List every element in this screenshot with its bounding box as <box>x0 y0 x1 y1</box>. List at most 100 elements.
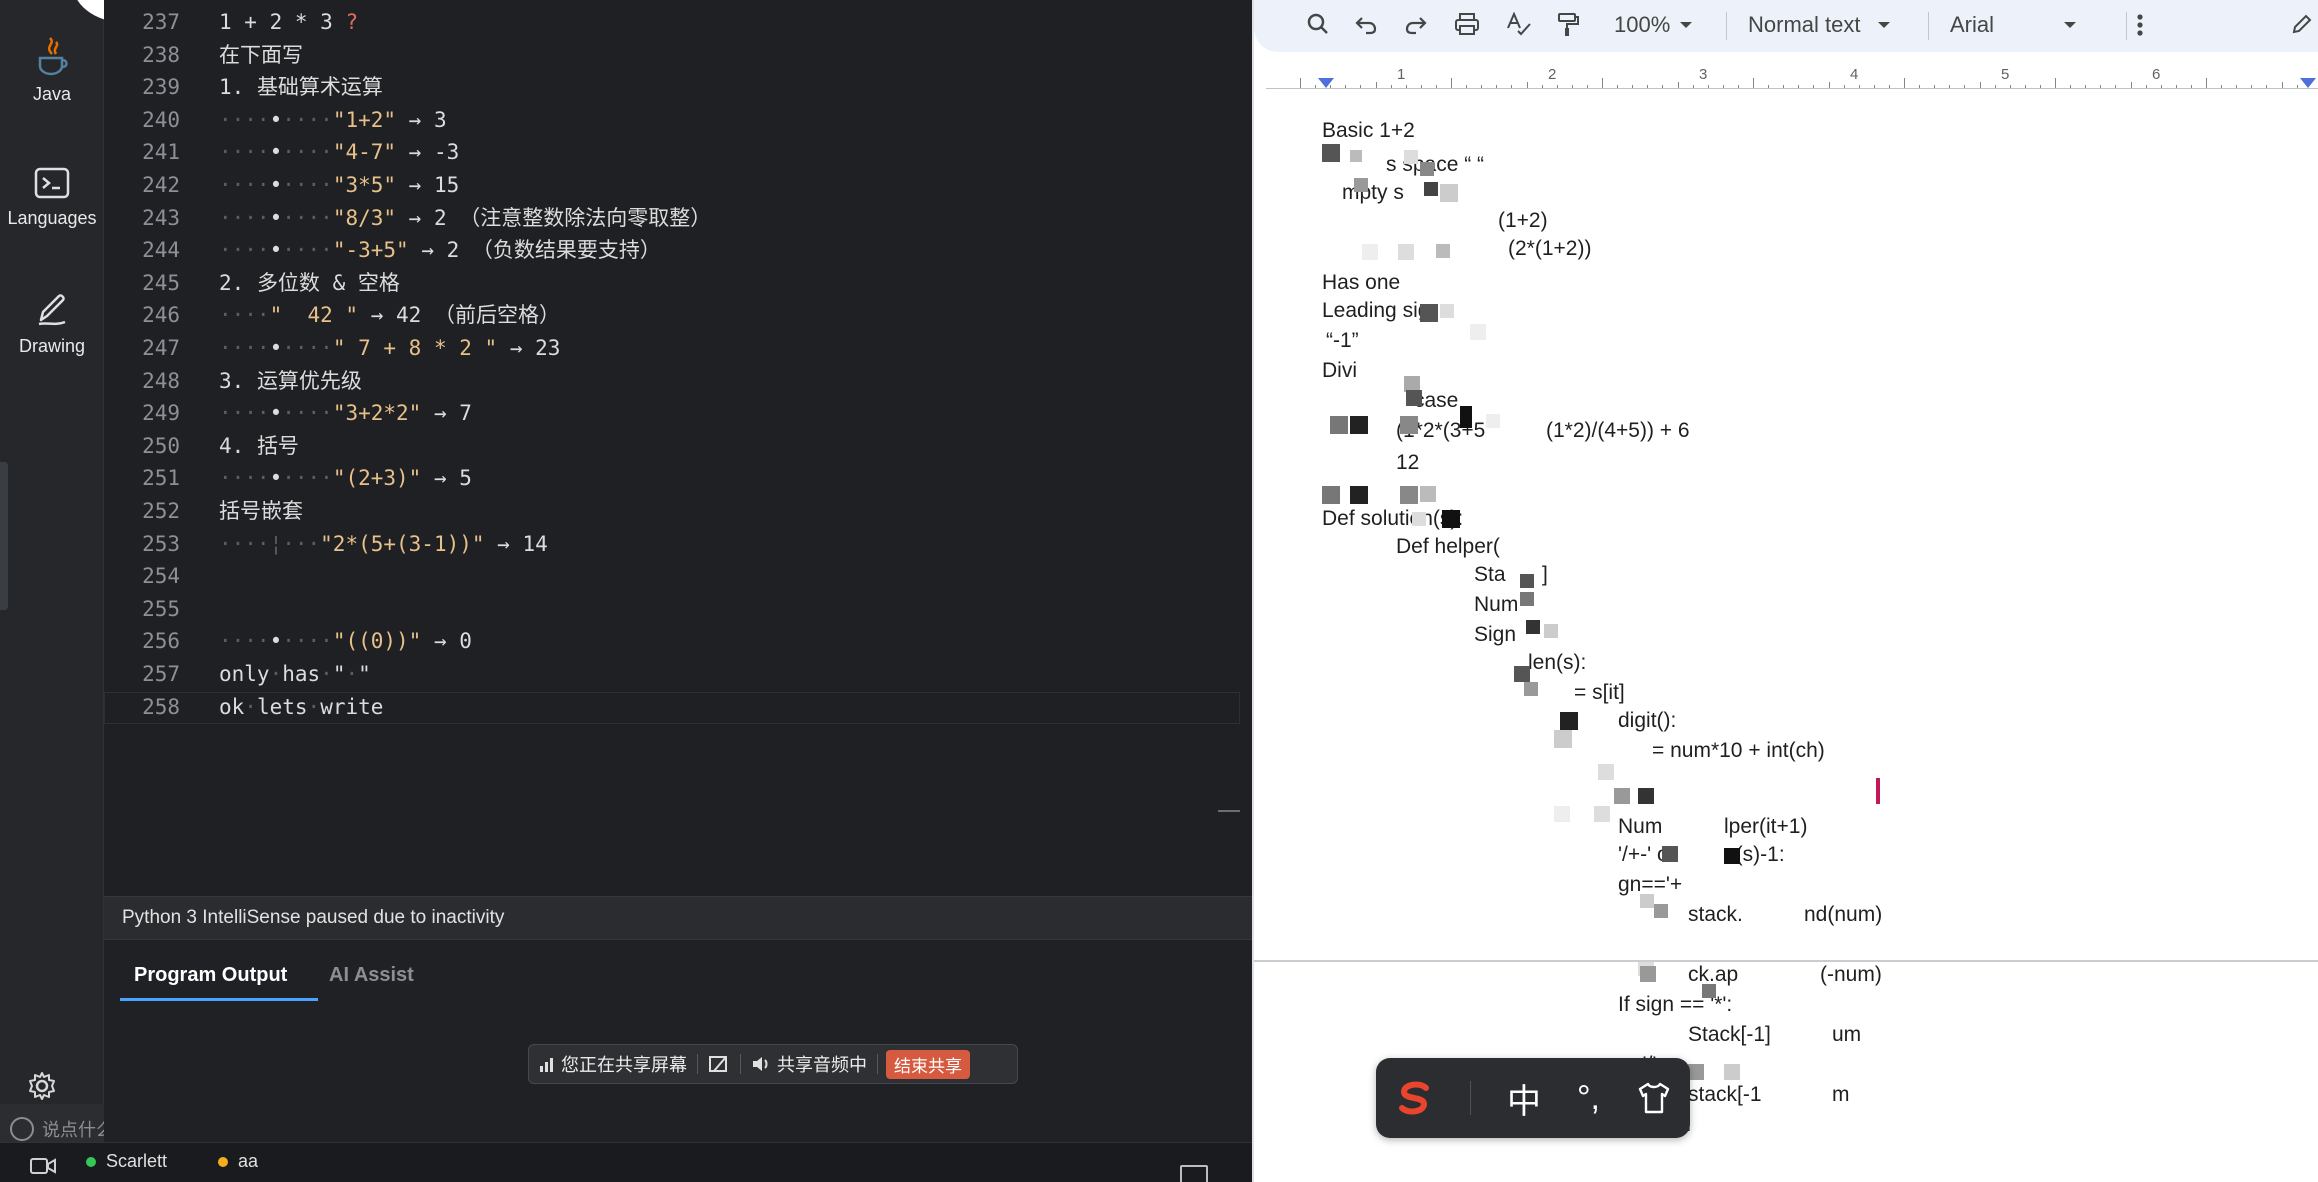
indent-marker[interactable] <box>1318 78 1334 88</box>
redaction-block <box>1688 1064 1704 1080</box>
doc-text-line: s space “ “ <box>1386 153 1485 176</box>
line-number: 254 <box>142 564 180 589</box>
redaction-block <box>1398 244 1414 260</box>
code-line[interactable]: 238 在下面写 <box>104 39 1252 71</box>
redaction-block <box>1420 304 1438 322</box>
emoji-icon[interactable] <box>10 1117 34 1141</box>
undo-icon[interactable] <box>1354 12 1378 36</box>
participant[interactable]: Scarlett <box>86 1151 167 1172</box>
redaction-block <box>1412 512 1426 526</box>
terminal-icon <box>34 167 70 199</box>
tab-program-output[interactable]: Program Output <box>134 964 287 987</box>
skin-shirt-icon[interactable] <box>1636 1081 1672 1115</box>
ruler-tick <box>2039 85 2041 88</box>
ruler-tick <box>1677 82 1679 88</box>
audio-label: 共享音频中 <box>777 1055 867 1075</box>
ruler-tick <box>1753 78 1754 88</box>
style-select[interactable]: Normal text <box>1748 12 1891 38</box>
spellcheck-icon[interactable] <box>1506 12 1532 36</box>
right-margin-marker[interactable] <box>2300 78 2316 88</box>
redaction-block <box>1654 904 1668 918</box>
code-editor[interactable]: 237 1 + 2 * 3 ? 238 在下面写 239 1. 基础算术运算 240 ····… <box>104 0 1252 896</box>
redaction-block <box>1560 712 1578 730</box>
sidebar-item-languages[interactable]: Languages <box>0 166 104 229</box>
more-options-icon[interactable] <box>2120 8 2160 42</box>
code-line[interactable]: 247 ····•····" 7 + 8 * 2 " → 23 <box>104 332 1252 364</box>
redaction-block <box>1520 592 1534 606</box>
punctuation-toggle[interactable]: °, <box>1577 1079 1600 1118</box>
sidebar-scrollbar[interactable] <box>0 462 8 610</box>
ruler-number: 1 <box>1397 66 1406 83</box>
code-line[interactable]: 241 ····•····"4-7" → -3 <box>104 136 1252 168</box>
code-line[interactable]: 254 <box>104 560 1252 592</box>
screen-share-bar: 您正在共享屏幕 共享音频中 结束共享 <box>528 1044 1018 1084</box>
sidebar-item-java[interactable]: Java <box>0 36 104 105</box>
ruler-number: 2 <box>1548 66 1557 83</box>
code-line[interactable]: 237 1 + 2 * 3 ? <box>104 6 1252 38</box>
participant-name: aa <box>238 1151 259 1171</box>
doc-text-line: len(s): <box>1528 651 1587 674</box>
edit-pencil-icon[interactable] <box>2290 12 2314 36</box>
font-select[interactable]: Arial <box>1950 12 2077 38</box>
code-line[interactable]: 248 3. 运算优先级 <box>104 365 1252 397</box>
code-line[interactable]: 251 ····•····"(2+3)" → 5 <box>104 462 1252 494</box>
code-line[interactable]: 257 only·has·"·" <box>104 658 1252 690</box>
signal-bars-icon <box>540 1058 553 1072</box>
speaker-icon <box>753 1057 768 1071</box>
code-line[interactable]: 239 1. 基础算术运算 <box>104 71 1252 103</box>
zoom-select[interactable]: 100% <box>1614 12 1693 38</box>
ruler-tick <box>2145 85 2147 88</box>
redaction-block <box>1526 620 1540 634</box>
doc-text-line: mpty s <box>1342 181 1404 204</box>
audio-share-button[interactable]: 共享音频中 <box>741 1051 877 1077</box>
paint-format-icon[interactable] <box>1556 12 1580 38</box>
code-line[interactable]: 253 ····¦···"2*(5+(3-1))" → 14 <box>104 528 1252 560</box>
ruler-tick <box>1904 78 1905 88</box>
code-line[interactable]: 255 <box>104 593 1252 625</box>
code-line[interactable]: 240 ····•····"1+2" → 3 <box>104 104 1252 136</box>
ruler-tick <box>1315 85 1317 88</box>
sharing-status: 您正在共享屏幕 <box>529 1051 697 1077</box>
code-line[interactable]: 249 ····•····"3+2*2" → 7 <box>104 397 1252 429</box>
code-line[interactable]: 242 ····•····"3*5" → 15 <box>104 169 1252 201</box>
code-line[interactable]: 243 ····•····"8/3" → 2 （注意整数除法向零取整） <box>104 202 1252 234</box>
code-line[interactable]: 245 2. 多位数 & 空格 <box>104 267 1252 299</box>
ruler-tick <box>1526 82 1528 88</box>
window-icon[interactable] <box>1180 1165 1208 1182</box>
code-line[interactable]: 244 ····•····"-3+5" → 2 （负数结果要支持） <box>104 234 1252 266</box>
ruler-number: 6 <box>2152 66 2161 83</box>
ruler-tick <box>2009 85 2011 88</box>
redo-icon[interactable] <box>1404 12 1428 36</box>
ruler[interactable]: 1 2 3 4 5 6 <box>1266 66 2318 94</box>
tab-ai-assist[interactable]: AI Assist <box>329 964 414 987</box>
doc-page[interactable]: Basic 1+2 s space “ “ mpty s (1+2) (2*(1+2))… <box>1254 104 2318 1182</box>
search-icon[interactable] <box>1306 12 1330 36</box>
sidebar-item-drawing[interactable]: Drawing <box>0 290 104 357</box>
doc-toolbar: 100% Normal text Arial <box>1254 0 2318 52</box>
print-icon[interactable] <box>1454 12 1480 36</box>
sogou-logo-icon[interactable] <box>1394 1078 1434 1118</box>
participant[interactable]: aa <box>218 1151 258 1172</box>
video-camera-icon[interactable] <box>30 1155 56 1175</box>
annotate-button[interactable] <box>698 1054 740 1074</box>
redaction-block <box>1440 304 1454 318</box>
ruler-tick <box>1888 85 1890 88</box>
code-line[interactable]: 252 括号嵌套 <box>104 495 1252 527</box>
code-text: ····•····"((0))" → 0 <box>219 629 472 654</box>
code-line[interactable]: 250 4. 括号 <box>104 430 1252 462</box>
line-number: 244 <box>142 238 180 263</box>
gear-icon[interactable] <box>26 1070 58 1102</box>
redaction-block <box>1614 788 1630 804</box>
end-share-button[interactable]: 结束共享 <box>886 1049 970 1079</box>
redaction-block <box>1554 806 1570 822</box>
code-text: 1. 基础算术运算 <box>219 75 383 100</box>
code-line[interactable]: 256 ····•····"((0))" → 0 <box>104 625 1252 657</box>
ruler-tick <box>2236 85 2238 88</box>
doc-text-line: lper(it+1) <box>1724 815 1808 838</box>
ruler-tick <box>1798 85 1800 88</box>
redaction-block <box>1330 416 1348 434</box>
doc-text-line: Num <box>1474 593 1519 616</box>
input-mode-toggle[interactable]: 中 <box>1507 1074 1541 1123</box>
code-line[interactable]: 246 ····" 42 " → 42 （前后空格） <box>104 299 1252 331</box>
doc-text-line: 12 <box>1396 451 1420 474</box>
